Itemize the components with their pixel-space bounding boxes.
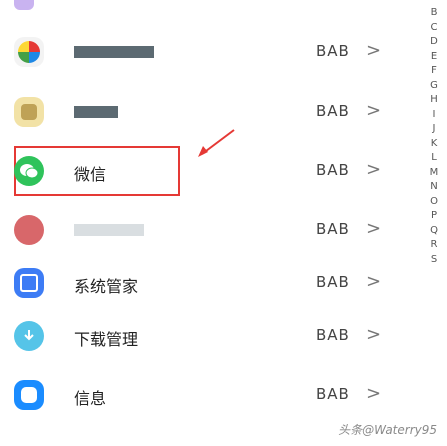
app-icon xyxy=(14,215,44,245)
chevron-right-icon: > xyxy=(366,271,382,292)
app-label: 信息 xyxy=(74,389,107,408)
chevron-right-icon: > xyxy=(366,324,382,345)
watermark: 头条@Waterry95 xyxy=(338,423,437,437)
index-letter[interactable]: P xyxy=(424,209,444,224)
alphabet-index[interactable]: BCDEFGHIJKLMNOPQRS xyxy=(424,6,444,267)
app-row-download[interactable]: 下载管理 BAB > xyxy=(0,316,410,356)
index-letter[interactable]: Q xyxy=(424,224,444,239)
app-label: 系统管家 xyxy=(74,277,139,296)
chevron-right-icon: > xyxy=(366,100,382,121)
index-letter[interactable]: C xyxy=(424,21,444,36)
index-letter[interactable]: M xyxy=(424,166,444,181)
folder-icon xyxy=(14,97,44,127)
download-icon xyxy=(14,321,44,351)
wechat-icon xyxy=(14,156,44,186)
app-row-2[interactable]: BAB > xyxy=(0,92,410,132)
row-right-text: BAB xyxy=(316,273,350,291)
app-row-messages[interactable]: 信息 BAB > xyxy=(0,375,410,415)
index-letter[interactable]: O xyxy=(424,195,444,210)
row-right-text: BAB xyxy=(316,220,350,238)
app-row-manager[interactable]: 系统管家 BAB > xyxy=(0,263,410,303)
row-right-text: BAB xyxy=(316,42,350,60)
index-letter[interactable]: J xyxy=(424,122,444,137)
index-letter[interactable]: I xyxy=(424,108,444,123)
app-label: 下载管理 xyxy=(74,330,139,349)
app-row-wechat[interactable]: 微信 BAB > xyxy=(0,151,410,191)
index-letter[interactable]: E xyxy=(424,50,444,65)
index-letter[interactable]: L xyxy=(424,151,444,166)
row-right-text: BAB xyxy=(316,326,350,344)
app-row-4[interactable]: BAB > xyxy=(0,210,410,250)
index-letter[interactable]: F xyxy=(424,64,444,79)
manager-icon xyxy=(14,268,44,298)
pinwheel-icon xyxy=(14,37,44,67)
index-letter[interactable]: R xyxy=(424,238,444,253)
index-letter[interactable]: G xyxy=(424,79,444,94)
row-right-text: BAB xyxy=(316,102,350,120)
blurred-label xyxy=(74,224,144,236)
index-letter[interactable]: S xyxy=(424,253,444,268)
chevron-right-icon: > xyxy=(366,159,382,180)
blurred-label xyxy=(74,106,118,118)
index-letter[interactable]: D xyxy=(424,35,444,50)
app-row-1[interactable]: BAB > xyxy=(0,32,410,72)
partial-app-icon xyxy=(14,0,34,10)
index-letter[interactable]: B xyxy=(424,6,444,21)
row-right-text: BAB xyxy=(316,385,350,403)
blurred-label xyxy=(74,46,154,58)
app-label: 微信 xyxy=(74,165,107,184)
index-letter[interactable]: H xyxy=(424,93,444,108)
chevron-right-icon: > xyxy=(366,40,382,61)
messages-icon xyxy=(14,380,44,410)
index-letter[interactable]: N xyxy=(424,180,444,195)
row-right-text: BAB xyxy=(316,161,350,179)
chevron-right-icon: > xyxy=(366,383,382,404)
chevron-right-icon: > xyxy=(366,218,382,239)
index-letter[interactable]: K xyxy=(424,137,444,152)
